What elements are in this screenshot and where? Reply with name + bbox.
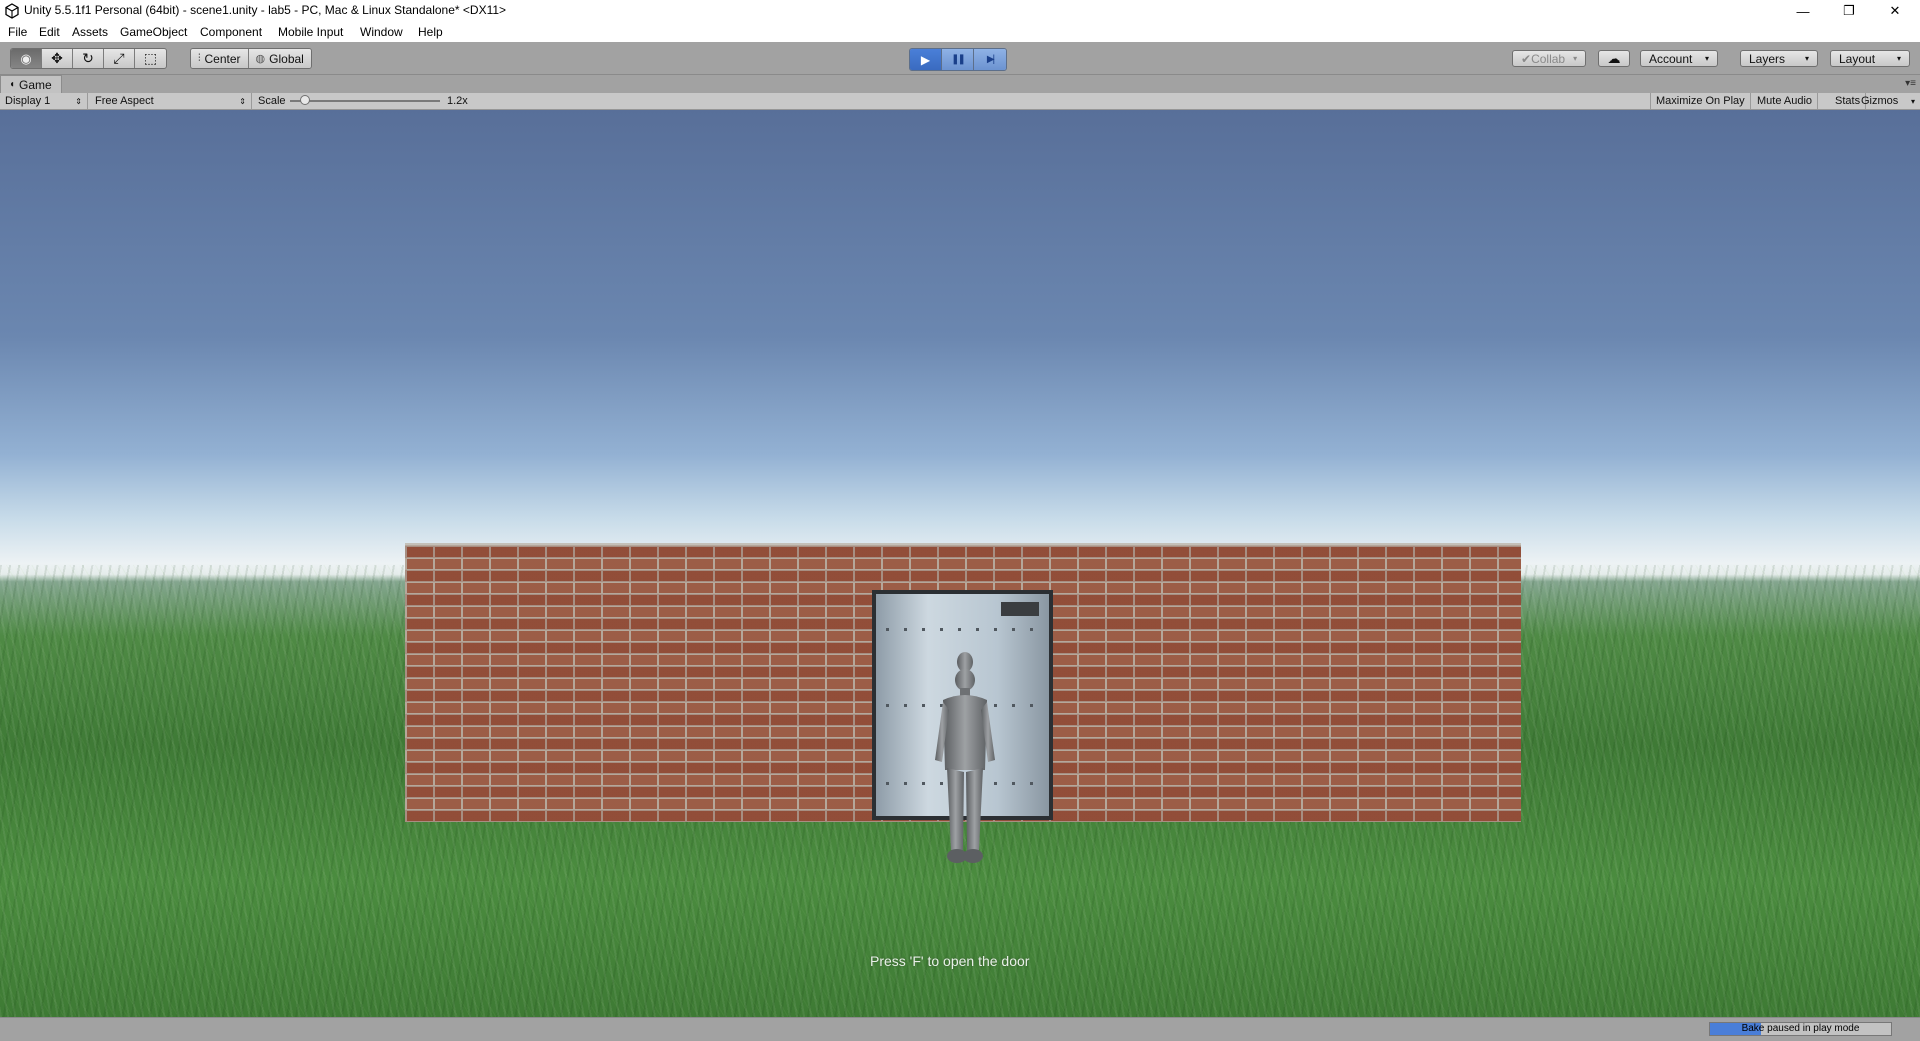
play-icon: ▶ bbox=[920, 52, 931, 67]
pause-button[interactable]: ❚❚ bbox=[942, 49, 974, 70]
game-view-toolbar: Display 1 ⇕ Free Aspect ⇕ Scale 1.2x Max… bbox=[0, 93, 1920, 110]
layers-label: Layers bbox=[1749, 51, 1786, 66]
layout-label: Layout bbox=[1839, 51, 1876, 66]
gizmos-label: Gizmos bbox=[1861, 95, 1899, 107]
menu-window[interactable]: Window bbox=[360, 25, 403, 39]
updown-icon: ⇕ bbox=[75, 96, 82, 106]
main-toolbar: ◉ ✥ ↻ ⤢ ⬚ ⫶ Center ◍ Global ▶ ❚❚ ▶| ✔ Co… bbox=[0, 42, 1920, 75]
account-label: Account bbox=[1649, 51, 1693, 66]
cloud-icon: ☁ bbox=[1607, 50, 1621, 66]
space-label: Global bbox=[269, 51, 304, 66]
collab-dropdown[interactable]: ✔ Collab ▾ bbox=[1512, 50, 1586, 67]
menu-component[interactable]: Component bbox=[200, 25, 262, 39]
collab-check-icon: ✔ bbox=[1521, 51, 1532, 66]
game-tab-icon: ◖ bbox=[9, 79, 16, 90]
menu-bar: File Edit Assets GameObject Component Mo… bbox=[0, 22, 1920, 42]
display-label: Display 1 bbox=[5, 95, 51, 107]
window-title: Unity 5.5.1f1 Personal (64bit) - scene1.… bbox=[24, 3, 507, 17]
bake-status-label: Bake paused in play mode bbox=[1741, 1023, 1860, 1034]
maximize-on-play-toggle[interactable]: Maximize On Play bbox=[1650, 93, 1751, 109]
scale-tool-icon: ⤢ bbox=[113, 50, 125, 66]
menu-help[interactable]: Help bbox=[418, 25, 443, 39]
minimize-button[interactable]: — bbox=[1780, 0, 1826, 22]
panel-tab-bar: ◖ Game ▾≡ bbox=[0, 75, 1920, 93]
scale-label: Scale bbox=[258, 95, 286, 107]
tab-menu-icon[interactable]: ▾≡ bbox=[1905, 78, 1916, 89]
rotate-tool-button[interactable]: ↻ bbox=[73, 49, 104, 68]
globe-icon: ◍ bbox=[255, 53, 266, 65]
play-button[interactable]: ▶ bbox=[910, 49, 942, 70]
view-tool-button[interactable]: ◉ bbox=[11, 49, 42, 68]
collab-label: Collab bbox=[1531, 51, 1566, 66]
menu-edit[interactable]: Edit bbox=[39, 25, 60, 39]
player-character bbox=[935, 652, 995, 863]
chevron-down-icon: ▾ bbox=[1573, 54, 1578, 63]
aspect-label: Free Aspect bbox=[95, 95, 154, 107]
transform-tools: ◉ ✥ ↻ ⤢ ⬚ bbox=[10, 48, 167, 69]
rotate-tool-icon: ↻ bbox=[82, 50, 94, 66]
layers-dropdown[interactable]: Layers ▾ bbox=[1740, 50, 1818, 67]
chevron-down-icon: ▾ bbox=[1910, 96, 1915, 106]
scale-tool-button[interactable]: ⤢ bbox=[104, 49, 135, 68]
pivot-icon: ⫶ bbox=[198, 53, 201, 64]
scale-value: 1.2x bbox=[447, 95, 468, 107]
pause-icon: ❚❚ bbox=[951, 54, 966, 65]
move-tool-button[interactable]: ✥ bbox=[42, 49, 73, 68]
menu-assets[interactable]: Assets bbox=[72, 25, 108, 39]
view-tool-icon: ◉ bbox=[20, 50, 32, 66]
game-viewport[interactable]: Press 'F' to open the door bbox=[0, 110, 1920, 1017]
bake-progress: Bake paused in play mode bbox=[1709, 1022, 1892, 1036]
pivot-center-button[interactable]: ⫶ Center bbox=[191, 49, 249, 68]
account-dropdown[interactable]: Account ▾ bbox=[1640, 50, 1718, 67]
pivot-label: Center bbox=[204, 51, 241, 66]
scale-slider-track[interactable] bbox=[290, 100, 440, 102]
cloud-button[interactable]: ☁ bbox=[1598, 50, 1630, 67]
tab-game[interactable]: ◖ Game bbox=[0, 75, 62, 93]
menu-gameobject[interactable]: GameObject bbox=[120, 25, 187, 39]
pivot-toggles: ⫶ Center ◍ Global bbox=[190, 48, 312, 69]
step-button[interactable]: ▶| bbox=[974, 49, 1006, 70]
step-icon: ▶| bbox=[986, 54, 995, 65]
unity-logo-icon bbox=[5, 3, 19, 19]
layout-dropdown[interactable]: Layout ▾ bbox=[1830, 50, 1910, 67]
chevron-down-icon: ▾ bbox=[1804, 54, 1809, 63]
mute-audio-toggle[interactable]: Mute Audio bbox=[1752, 93, 1819, 109]
status-bar: Bake paused in play mode bbox=[0, 1017, 1920, 1041]
door-hint-text: Press 'F' to open the door bbox=[870, 953, 1030, 969]
move-tool-icon: ✥ bbox=[51, 50, 63, 66]
rect-tool-icon: ⬚ bbox=[143, 50, 158, 66]
aspect-dropdown[interactable]: Free Aspect ⇕ bbox=[90, 93, 252, 109]
space-global-button[interactable]: ◍ Global bbox=[248, 49, 311, 68]
rect-tool-button[interactable]: ⬚ bbox=[135, 49, 166, 68]
game-tab-label: Game bbox=[19, 77, 52, 92]
chevron-down-icon: ▾ bbox=[1896, 54, 1901, 63]
chevron-down-icon: ▾ bbox=[1704, 54, 1709, 63]
menu-mobile-input[interactable]: Mobile Input bbox=[278, 25, 343, 39]
menu-file[interactable]: File bbox=[8, 25, 27, 39]
restore-button[interactable]: ❐ bbox=[1826, 0, 1872, 22]
scale-slider-thumb[interactable] bbox=[300, 95, 310, 105]
playback-controls: ▶ ❚❚ ▶| bbox=[909, 48, 1007, 71]
window-title-bar: Unity 5.5.1f1 Personal (64bit) - scene1.… bbox=[0, 0, 1920, 22]
updown-icon: ⇕ bbox=[239, 96, 246, 106]
close-button[interactable]: ✕ bbox=[1872, 0, 1918, 22]
display-dropdown[interactable]: Display 1 ⇕ bbox=[0, 93, 88, 109]
gizmos-dropdown[interactable]: Gizmos ▾ bbox=[1856, 93, 1920, 109]
